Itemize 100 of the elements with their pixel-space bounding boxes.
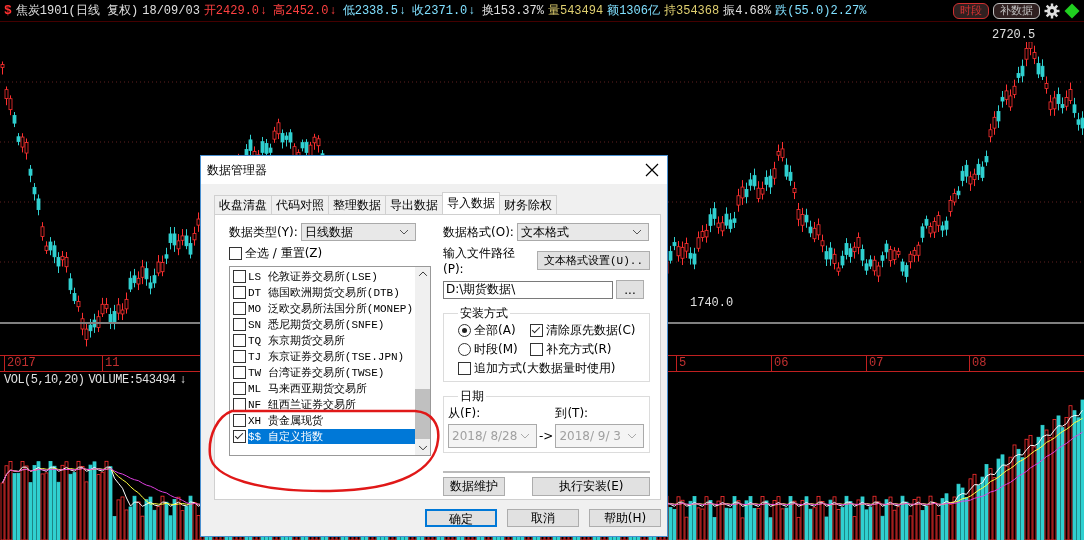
tab[interactable]: 财务除权 [499, 195, 557, 214]
chevron-up-icon[interactable] [417, 271, 428, 277]
quote-field: 开2429.0 [203, 2, 260, 19]
market-name: LS 伦敦证券交易所(LSE) [248, 269, 378, 284]
market-list-item[interactable]: XH 贵金属现货 [230, 412, 415, 428]
group-title: 安装方式 [459, 305, 509, 322]
checkbox[interactable] [233, 333, 246, 347]
checkbox[interactable]: 清除原先数据(C) [529, 322, 636, 339]
checkbox[interactable] [233, 365, 246, 379]
scrollbar-thumb[interactable] [415, 388, 430, 440]
market-list-item[interactable]: MO 泛欧交易所法国分所(MONEP) [230, 300, 415, 316]
quote-field: 收2371.0 [412, 2, 468, 19]
select-all-checkbox[interactable]: 全选 / 重置(Z) [229, 245, 431, 262]
market-name: XH 贵金属现货 [248, 413, 323, 428]
instrument-title: 焦炭1901(日线 复权) [15, 3, 139, 19]
tab[interactable]: 整理数据 [328, 195, 386, 214]
quote-field: 低2338.5 [342, 2, 398, 19]
checkbox[interactable] [233, 317, 246, 331]
market-name: SN 悉尼期货交易所(SNFE) [248, 317, 385, 332]
diamond-icon[interactable] [1064, 2, 1080, 19]
file-path-field[interactable]: D:\期货数据\ [443, 280, 613, 299]
action-button[interactable]: 数据维护 [443, 477, 505, 496]
date-axis-label: 06 [771, 356, 789, 371]
tab[interactable]: 导入数据 [442, 192, 500, 214]
market-name: NF 纽西兰证券交易所 [248, 397, 356, 412]
date-axis-label: 08 [969, 356, 987, 371]
checkbox[interactable] [233, 349, 246, 363]
market-list-item[interactable]: DT 德国欧洲期货交易所(DTB) [230, 284, 415, 300]
market-list-item[interactable]: SN 悉尼期货交易所(SNFE) [230, 316, 415, 332]
quote-field: 高2452.0 [273, 2, 329, 19]
scrollbar[interactable] [415, 267, 430, 455]
tab[interactable]: 导出数据 [385, 195, 443, 214]
range-separator: -> [539, 428, 554, 445]
tab[interactable]: 代码对照 [271, 195, 329, 214]
checkbox[interactable] [233, 429, 246, 443]
toolbar-button[interactable]: 补数据 [993, 2, 1040, 19]
checkbox[interactable] [233, 397, 246, 411]
field-label: 数据格式(O): [443, 223, 514, 241]
close-icon[interactable] [645, 163, 659, 177]
market-name: MO 泛欧交易所法国分所(MONEP) [248, 301, 413, 316]
chevron-down-icon[interactable] [417, 445, 428, 451]
browse-button[interactable]: ... [616, 280, 644, 299]
data-type-dropdown[interactable]: 日线数据 [300, 223, 416, 241]
field-label: 数据类型(Y): [229, 223, 298, 241]
date-axis-label: 5 [676, 356, 687, 371]
market-list-item[interactable]: TW 台湾证券交易所(TWSE) [230, 364, 415, 380]
market-name: DT 德国欧洲期货交易所(DTB) [248, 285, 400, 300]
data-format-dropdown[interactable]: 文本格式 [516, 223, 649, 241]
trend-arrow: ↓ [179, 373, 187, 387]
market-list-item[interactable]: LS 伦敦证券交易所(LSE) [230, 268, 415, 284]
dialog-button[interactable]: 确定 [425, 509, 497, 527]
quote-field: 量543494 [547, 2, 604, 19]
group-title: 日期 [459, 388, 485, 405]
checkbox[interactable]: 补充方式(R) [529, 341, 636, 358]
volume-indicator-title: VOL(5,10,20) [4, 373, 85, 387]
market-list-item[interactable]: TQ 东京期货交易所 [230, 332, 415, 348]
checkbox[interactable] [233, 413, 246, 427]
date-axis-label: 11 [102, 356, 120, 371]
trend-arrow: ↓ [468, 3, 476, 18]
quote-field: 跌(55.0)2.27% [775, 2, 867, 19]
settings-icon[interactable] [1044, 2, 1060, 19]
tab[interactable]: 收盘清盘 [214, 195, 272, 214]
market-list-item[interactable]: NF 纽西兰证券交易所 [230, 396, 415, 412]
checkbox[interactable] [233, 301, 246, 315]
field-label: 到(T): [555, 405, 590, 422]
field-label: 从(F): [448, 405, 482, 422]
format-settings-button[interactable]: 文本格式设置(U).. [537, 251, 650, 270]
quote-field: 持354368 [664, 2, 720, 19]
quote-field: 额1306亿 [607, 2, 660, 19]
radio-button[interactable]: 时段(M) [458, 341, 518, 358]
action-button[interactable]: 执行安装(E) [532, 477, 650, 496]
market-list-item[interactable]: TJ 东京证券交易所(TSE.JPN) [230, 348, 415, 364]
market-name: TQ 东京期货交易所 [248, 333, 345, 348]
dialog-button[interactable]: 取消 [507, 509, 579, 527]
chevron-icon [631, 229, 642, 235]
checkbox[interactable] [233, 381, 246, 395]
market-list-item[interactable]: ML 马来西亚期货交易所 [230, 380, 415, 396]
market-name: TJ 东京证券交易所(TSE.JPN) [248, 349, 405, 364]
chevron-icon [398, 229, 409, 235]
quote-field: 换153.37% [481, 2, 544, 19]
chevron-icon [627, 433, 638, 439]
chevron-icon [520, 433, 530, 439]
checkbox[interactable] [233, 269, 246, 283]
radio-button[interactable]: 全部(A) [458, 322, 518, 339]
dialog-title: 数据管理器 [207, 161, 267, 179]
quote-field: 振4.68% [723, 2, 772, 19]
market-name: TW 台湾证券交易所(TWSE) [248, 365, 385, 380]
market-name: ML 马来西亚期货交易所 [248, 381, 367, 396]
checkbox[interactable]: 追加方式(大数据量时使用) [458, 360, 636, 377]
trend-arrow: ↓ [398, 3, 407, 18]
price-label: 2720.5 [990, 28, 1038, 42]
volume-reading: VOLUME:543494 [88, 373, 176, 387]
date-axis-label: 07 [866, 356, 884, 371]
dialog-button[interactable]: 帮助(H) [589, 509, 661, 527]
field-label: 输入文件路径(P): [443, 245, 516, 276]
dollar-icon: $ [4, 3, 12, 18]
checkbox[interactable] [233, 285, 246, 299]
trend-arrow: ↓ [329, 3, 337, 18]
quote-date: 18/09/03 [142, 3, 200, 18]
date-axis-label: 2017 [4, 356, 36, 371]
